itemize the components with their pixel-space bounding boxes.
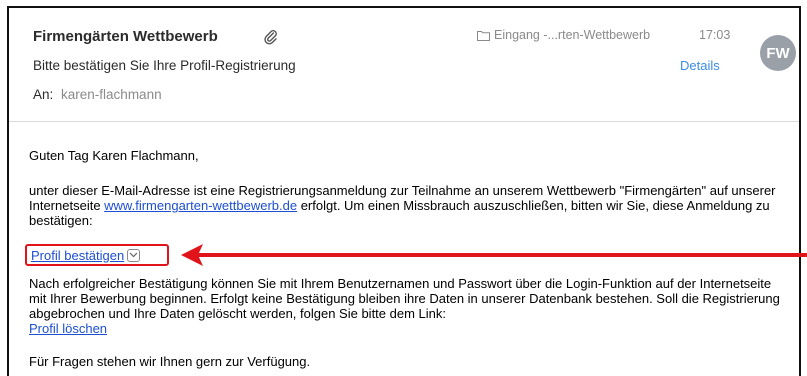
avatar: FW	[760, 35, 796, 71]
body-paragraph-3: Für Fragen stehen wir Ihnen gern zur Ver…	[29, 354, 311, 369]
recipient-value: karen-flachmann	[61, 87, 162, 102]
chevron-down-icon	[129, 252, 138, 258]
link-menu-button[interactable]	[127, 248, 141, 262]
body-paragraph-2-text: Nach erfolgreicher Bestätigung können Si…	[29, 276, 780, 321]
header-divider	[9, 121, 799, 122]
recipient-row: An: karen-flachmann	[33, 87, 162, 102]
confirm-profile-link[interactable]: Profil bestätigen	[31, 248, 124, 263]
folder-label: Eingang -...rten-Wettbewerb	[494, 28, 651, 42]
confirm-profile-highlight: Profil bestätigen	[25, 244, 169, 266]
attachment-icon	[264, 30, 277, 45]
recipient-label: An:	[33, 87, 54, 102]
body-paragraph-1: unter dieser E-Mail-Adresse ist eine Reg…	[29, 183, 787, 228]
body-paragraph-2: Nach erfolgreicher Bestätigung können Si…	[29, 276, 787, 336]
sender-name: Firmengärten Wettbewerb	[33, 28, 218, 45]
greeting: Guten Tag Karen Flachmann,	[29, 148, 199, 163]
email-window: Firmengärten Wettbewerb Bitte bestätigen…	[7, 6, 807, 376]
email-header: Firmengärten Wettbewerb Bitte bestätigen…	[9, 8, 799, 130]
folder-icon	[477, 30, 490, 41]
email-subject: Bitte bestätigen Sie Ihre Profil-Registr…	[33, 58, 296, 73]
details-link[interactable]: Details	[680, 58, 720, 73]
mailbox-folder[interactable]: Eingang -...rten-Wettbewerb	[477, 28, 650, 42]
website-link[interactable]: www.firmengarten-wettbewerb.de	[104, 198, 297, 213]
email-time: 17:03	[699, 28, 731, 42]
red-arrow-annotation	[181, 244, 807, 266]
delete-profile-link[interactable]: Profil löschen	[29, 321, 107, 336]
